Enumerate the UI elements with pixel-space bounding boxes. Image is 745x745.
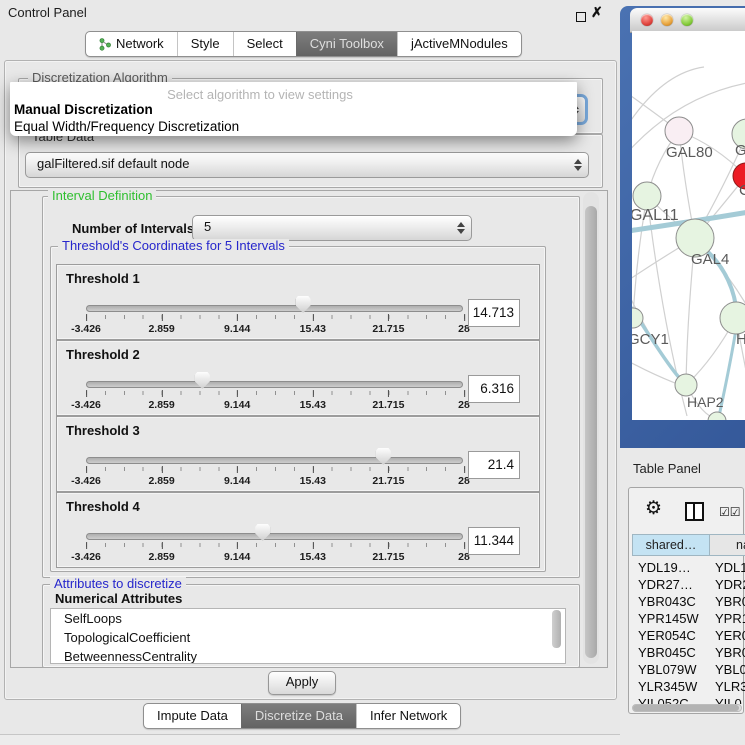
tab-jactivemnodules[interactable]: jActiveMNodules: [397, 32, 521, 56]
node-label: H: [736, 331, 745, 348]
cyni-mode-tabs: Impute Data Discretize Data Infer Networ…: [143, 703, 461, 729]
interval-definition-label: Interval Definition: [48, 189, 156, 203]
threshold-4-slider-thumb[interactable]: [255, 524, 270, 541]
bottom-strip: [0, 734, 620, 745]
tab-network[interactable]: Network: [86, 32, 177, 56]
float-panel-icon[interactable]: [576, 12, 586, 22]
threshold-1-panel: Threshold 1 -3.426 2.859 9.144 15.43 21.…: [56, 264, 540, 340]
gear-icon[interactable]: ⚙: [645, 497, 662, 520]
control-panel: Control Panel ✗ Network Style Select Cyn…: [0, 0, 621, 745]
dropdown-item-equal-width-frequency[interactable]: Equal Width/Frequency Discretization: [14, 119, 239, 134]
panel-title: Control Panel: [8, 5, 87, 20]
node-label: GCY1: [632, 331, 669, 348]
threshold-1-label: Threshold 1: [66, 271, 140, 286]
tab-infer-network[interactable]: Infer Network: [356, 704, 460, 728]
threshold-4-scale: -3.426 2.859 9.144 21.715 15.43 28: [86, 542, 464, 564]
tab-impute-data[interactable]: Impute Data: [144, 704, 241, 728]
threshold-2-label: Threshold 2: [66, 347, 140, 362]
threshold-2-scale: -3.426 2.859 9.144 15.43 21.715 28: [86, 390, 464, 412]
number-of-intervals-label: Number of Intervals: [72, 221, 194, 236]
threshold-3-slider-thumb[interactable]: [376, 448, 391, 465]
threshold-3-scale: -3.426 2.859 9.144 15.43 21.715 28: [86, 466, 464, 488]
table-row[interactable]: YIL052CYIL0: [629, 696, 743, 704]
table-panel-title: Table Panel: [633, 461, 701, 476]
tab-select[interactable]: Select: [233, 32, 296, 56]
algorithm-dropdown-popup: Select algorithm to view settings Manual…: [10, 82, 577, 136]
checkbox-filter-icon[interactable]: ☑☑: [719, 505, 741, 519]
numerical-attributes-header: Numerical Attributes: [55, 591, 182, 606]
node-label: C: [739, 182, 745, 199]
control-panel-tabs: Network Style Select Cyni Toolbox jActiv…: [85, 31, 522, 57]
node-hap2[interactable]: [675, 374, 697, 396]
threshold-1-slider-thumb[interactable]: [296, 296, 311, 313]
attributes-list-scrollbar-thumb[interactable]: [552, 610, 561, 648]
threshold-1-scale: -3.426 2.859 9.144 15.43 21.715 28: [86, 314, 464, 336]
threshold-2-value-field[interactable]: 6.316: [468, 375, 520, 403]
thresholds-group-label: Threshold's Coordinates for 5 Intervals: [58, 239, 289, 253]
close-panel-icon[interactable]: ✗: [591, 4, 603, 21]
list-item[interactable]: SelfLoops: [51, 609, 565, 628]
tab-cyni-toolbox[interactable]: Cyni Toolbox: [296, 32, 397, 56]
node-label: GAL4: [691, 251, 729, 268]
node-label: HAP2: [687, 394, 724, 410]
zoom-window-icon[interactable]: [681, 14, 693, 26]
network-window-titlebar[interactable]: [630, 8, 745, 33]
tab-discretize-data[interactable]: Discretize Data: [241, 704, 356, 728]
horizontal-scrollbar-thumb[interactable]: [633, 705, 739, 711]
threshold-3-label: Threshold 3: [66, 423, 140, 438]
threshold-4-panel: Threshold 4 -3.426 2.859 9.144 21.715 15…: [56, 492, 540, 568]
threshold-2-panel: Threshold 2 -3.426 2.859 9.144 15.43 21.…: [56, 340, 540, 416]
network-view-frame: GAL80 GA C GAL11 GAL4 GCY1 H HAP2: [620, 6, 745, 448]
tab-network-label: Network: [116, 33, 164, 55]
columns-icon[interactable]: [685, 502, 704, 521]
column-header-shared-name[interactable]: shared…: [632, 534, 710, 556]
node-label: GA: [735, 142, 745, 159]
node-label: GAL80: [666, 144, 713, 161]
combo-arrows-icon: [574, 159, 581, 171]
column-header-name[interactable]: na: [710, 534, 745, 556]
network-graph: GAL80 GA C GAL11 GAL4 GCY1 H HAP2: [632, 31, 745, 420]
attributes-group-label: Attributes to discretize: [50, 577, 186, 591]
cytoscape-window: Control Panel ✗ Network Style Select Cyn…: [0, 0, 745, 745]
tab-style[interactable]: Style: [177, 32, 233, 56]
node-bottom[interactable]: [708, 412, 726, 420]
table-data-combobox-value: galFiltered.sif default node: [26, 153, 588, 175]
vertical-scrollbar-thumb[interactable]: [585, 206, 597, 658]
threshold-4-label: Threshold 4: [66, 499, 140, 514]
node-right-mid[interactable]: [720, 302, 745, 334]
right-column: GAL80 GA C GAL11 GAL4 GCY1 H HAP2 Table …: [620, 0, 745, 745]
close-window-icon[interactable]: [641, 14, 653, 26]
numerical-attributes-list[interactable]: SelfLoops TopologicalCoefficient Between…: [50, 608, 566, 664]
table-panel: ⚙ ☑☑ shared… na YDL19…YDL1 YDR27…YDR2 YB…: [628, 487, 744, 714]
list-item[interactable]: TopologicalCoefficient: [51, 628, 565, 647]
minimize-window-icon[interactable]: [661, 14, 673, 26]
dropdown-item-manual-discretization[interactable]: Manual Discretization: [14, 102, 153, 117]
apply-button[interactable]: Apply: [268, 671, 336, 695]
threshold-2-slider-thumb[interactable]: [195, 372, 210, 389]
number-of-intervals-value: 5: [193, 216, 471, 238]
threshold-1-value-field[interactable]: 14.713: [468, 299, 520, 327]
combo-arrows-icon: [457, 222, 464, 234]
network-canvas[interactable]: GAL80 GA C GAL11 GAL4 GCY1 H HAP2: [632, 31, 745, 420]
node-gal11[interactable]: [633, 182, 661, 210]
node-gal80[interactable]: [665, 117, 693, 145]
threshold-3-panel: Threshold 3 -3.426 2.859 9.144 15.43 21.…: [56, 416, 540, 492]
list-item[interactable]: BetweennessCentrality: [51, 647, 565, 664]
threshold-4-value-field[interactable]: 11.344: [468, 527, 520, 555]
dropdown-hint: Select algorithm to view settings: [10, 87, 510, 102]
table-data-combobox[interactable]: galFiltered.sif default node: [25, 152, 589, 178]
threshold-3-value-field[interactable]: 21.4: [468, 451, 520, 479]
network-icon: [99, 38, 111, 51]
node-label: GAL11: [632, 207, 679, 224]
